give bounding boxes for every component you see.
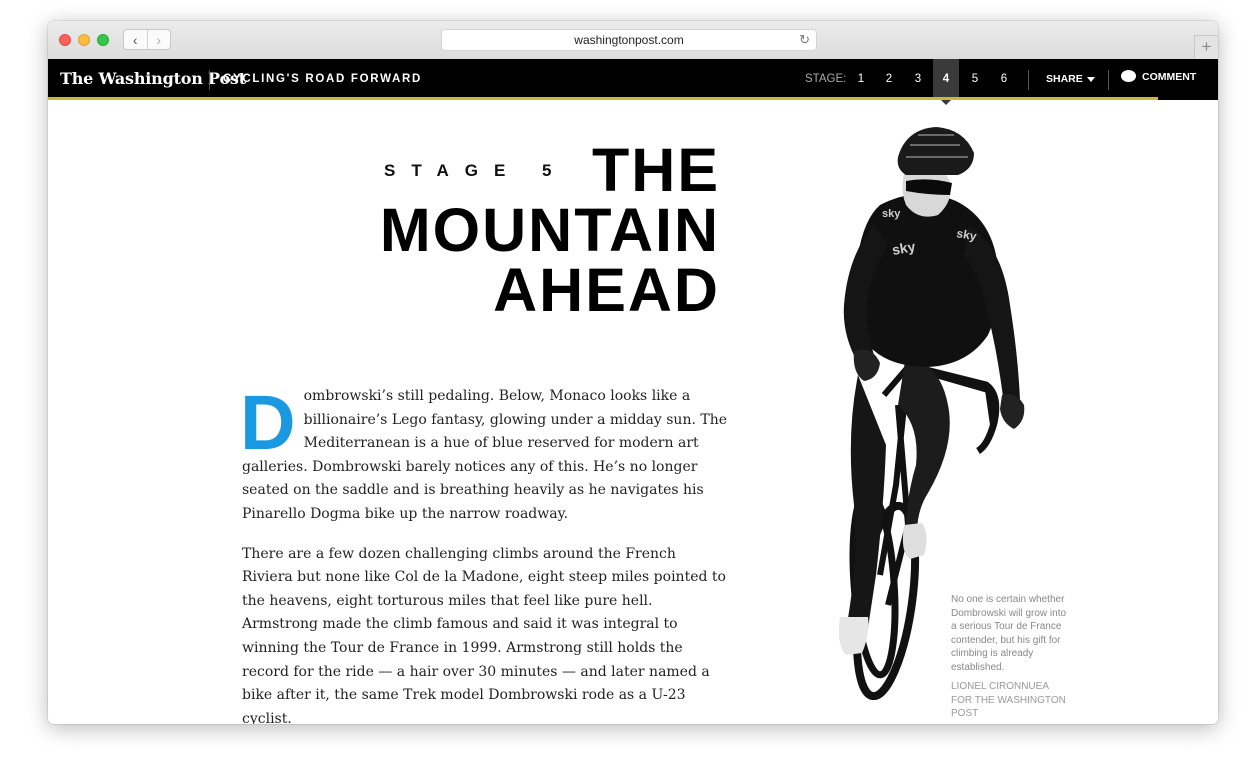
stage-label: STAGE: xyxy=(805,73,847,85)
nav-divider xyxy=(1028,70,1029,90)
photo-caption: No one is certain whether Dombrowski wil… xyxy=(951,593,1069,721)
stage-link-1[interactable]: 1 xyxy=(848,59,874,100)
article-paragraph: There are a few dozen challenging climbs… xyxy=(242,545,726,724)
stage-link-3[interactable]: 3 xyxy=(905,59,931,100)
stage-link-6[interactable]: 6 xyxy=(991,59,1017,100)
url-text: washingtonpost.com xyxy=(574,33,684,47)
chevron-left-icon: ‹ xyxy=(132,31,138,48)
rider-glove xyxy=(853,349,880,381)
new-tab-button[interactable]: + xyxy=(1194,35,1218,59)
close-window-button[interactable] xyxy=(59,34,71,46)
jersey-logo: sky xyxy=(882,208,901,220)
washington-post-logo[interactable]: The Washington Post xyxy=(60,69,246,88)
stage-link-5[interactable]: 5 xyxy=(962,59,988,100)
back-button[interactable]: ‹ xyxy=(124,30,147,49)
rider-shoe xyxy=(902,523,927,559)
headline-line-3: AHEAD xyxy=(493,256,720,324)
share-button[interactable]: SHARE xyxy=(1046,73,1095,85)
series-title[interactable]: CYCLING'S ROAD FORWARD xyxy=(223,73,422,85)
reload-icon[interactable]: ↻ xyxy=(799,30,810,50)
rider-leg xyxy=(844,375,886,649)
speech-bubble-icon xyxy=(1121,70,1136,83)
headline: THE MOUNTAIN AHEAD xyxy=(379,136,720,324)
rider-torso xyxy=(854,193,998,367)
rider-glove xyxy=(1000,394,1025,429)
address-bar[interactable]: washingtonpost.com ↻ xyxy=(441,29,817,51)
stage-link-4[interactable]: 4 xyxy=(933,59,959,100)
article-paragraph: Dombrowski’s still pedaling. Below, Mona… xyxy=(240,380,728,527)
browser-window: ‹ › washingtonpost.com ↻ + The Washingto… xyxy=(48,21,1218,724)
history-buttons: ‹ › xyxy=(123,29,171,50)
stage-link-2[interactable]: 2 xyxy=(876,59,902,100)
caption-text: No one is certain whether Dombrowski wil… xyxy=(951,594,1067,673)
headline-line-1: THE xyxy=(592,136,720,204)
photo-credit: LIONEL CIRONNUEA FOR THE WASHINGTON POST xyxy=(951,681,1066,719)
comment-button[interactable]: COMMENT xyxy=(1121,70,1197,83)
article-body: Dombrowski’s still pedaling. Below, Mona… xyxy=(240,380,728,725)
site-navbar: The Washington Post CYCLING'S ROAD FORWA… xyxy=(48,59,1218,100)
chevron-right-icon: › xyxy=(156,31,162,48)
comment-label: COMMENT xyxy=(1142,71,1197,83)
headline-line-2: MOUNTAIN xyxy=(379,196,720,264)
forward-button[interactable]: › xyxy=(146,30,171,49)
navbar-accent-line xyxy=(48,97,1158,100)
nav-divider xyxy=(209,70,210,90)
caret-down-icon xyxy=(1086,76,1095,82)
browser-titlebar: ‹ › washingtonpost.com ↻ + xyxy=(48,21,1218,60)
minimize-window-button[interactable] xyxy=(78,34,90,46)
zoom-window-button[interactable] xyxy=(97,34,109,46)
paragraph-1-text: ombrowski’s still pedaling. Below, Monac… xyxy=(242,388,728,522)
plus-icon: + xyxy=(1201,37,1212,56)
drop-cap: D xyxy=(240,380,296,466)
share-label: SHARE xyxy=(1046,73,1083,85)
nav-divider xyxy=(1108,70,1109,90)
